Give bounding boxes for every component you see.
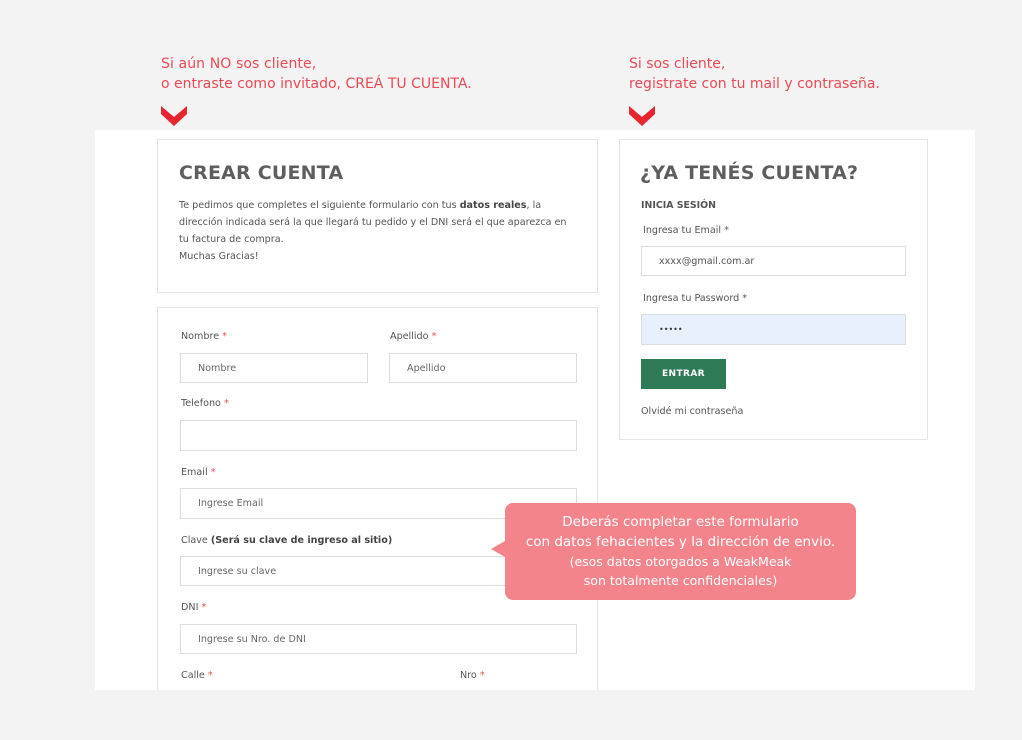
login-email-label: Ingresa tu Email *: [643, 225, 729, 236]
login-title: ¿YA TENÉS CUENTA?: [640, 162, 859, 184]
apellido-input[interactable]: Apellido: [389, 353, 577, 383]
intro-text: Te pedimos que completes el siguiente fo…: [179, 200, 460, 211]
calle-label: Calle *: [181, 670, 213, 681]
apellido-label: Apellido *: [390, 331, 437, 342]
left-annotation-line2: o entraste como invitado, CREÁ TU CUENTA…: [161, 76, 472, 92]
chevron-down-icon: [629, 106, 655, 126]
callout-line4: son totalmente confidenciales): [583, 573, 778, 588]
registration-form-box: Nombre * Nombre Apellido * Apellido Tele…: [157, 307, 598, 690]
callout-pointer: [491, 541, 505, 557]
info-callout: Deberás completar este formulario con da…: [491, 503, 856, 600]
nro-label: Nro *: [460, 670, 485, 681]
nombre-label: Nombre *: [181, 331, 227, 342]
create-account-intro: Te pedimos que completes el siguiente fo…: [179, 197, 579, 265]
create-account-intro-box: CREAR CUENTA Te pedimos que completes el…: [157, 139, 598, 293]
callout-line3: (esos datos otorgados a WeakMeak: [569, 554, 792, 569]
page-sheet: CREAR CUENTA Te pedimos que completes el…: [95, 130, 975, 690]
email-label: Email *: [181, 467, 216, 478]
right-annotation: Si sos cliente, registrate con tu mail y…: [629, 54, 880, 94]
forgot-password-link[interactable]: Olvidé mi contraseña: [641, 406, 743, 417]
callout-line2: con datos fehacientes y la dirección de …: [525, 534, 836, 550]
telefono-input[interactable]: [180, 420, 577, 451]
login-password-label: Ingresa tu Password *: [643, 293, 748, 304]
login-box: ¿YA TENÉS CUENTA? INICIA SESIÓN Ingresa …: [619, 139, 928, 440]
telefono-label: Telefono *: [181, 398, 229, 409]
dni-input[interactable]: Ingrese su Nro. de DNI: [180, 624, 577, 654]
intro-bold-text: datos reales: [459, 200, 527, 211]
dni-label: DNI *: [181, 602, 207, 613]
intro-thanks: Muchas Gracias!: [179, 251, 259, 262]
login-subtitle: INICIA SESIÓN: [641, 200, 716, 211]
chevron-down-icon: [161, 106, 187, 126]
right-annotation-line1: Si sos cliente,: [629, 56, 726, 72]
login-email-input[interactable]: xxxx@gmail.com.ar: [641, 246, 906, 276]
clave-label: Clave (Será su clave de ingreso al sitio…: [181, 535, 393, 546]
left-annotation-line1: Si aún NO sos cliente,: [161, 56, 317, 72]
login-submit-button[interactable]: ENTRAR: [641, 359, 726, 389]
left-annotation: Si aún NO sos cliente, o entraste como i…: [161, 54, 472, 94]
login-password-input[interactable]: •••••: [641, 314, 906, 345]
nombre-input[interactable]: Nombre: [180, 353, 368, 383]
create-account-title: CREAR CUENTA: [179, 162, 344, 184]
callout-line1: Deberás completar este formulario: [562, 514, 799, 530]
right-annotation-line2: registrate con tu mail y contraseña.: [629, 76, 880, 92]
